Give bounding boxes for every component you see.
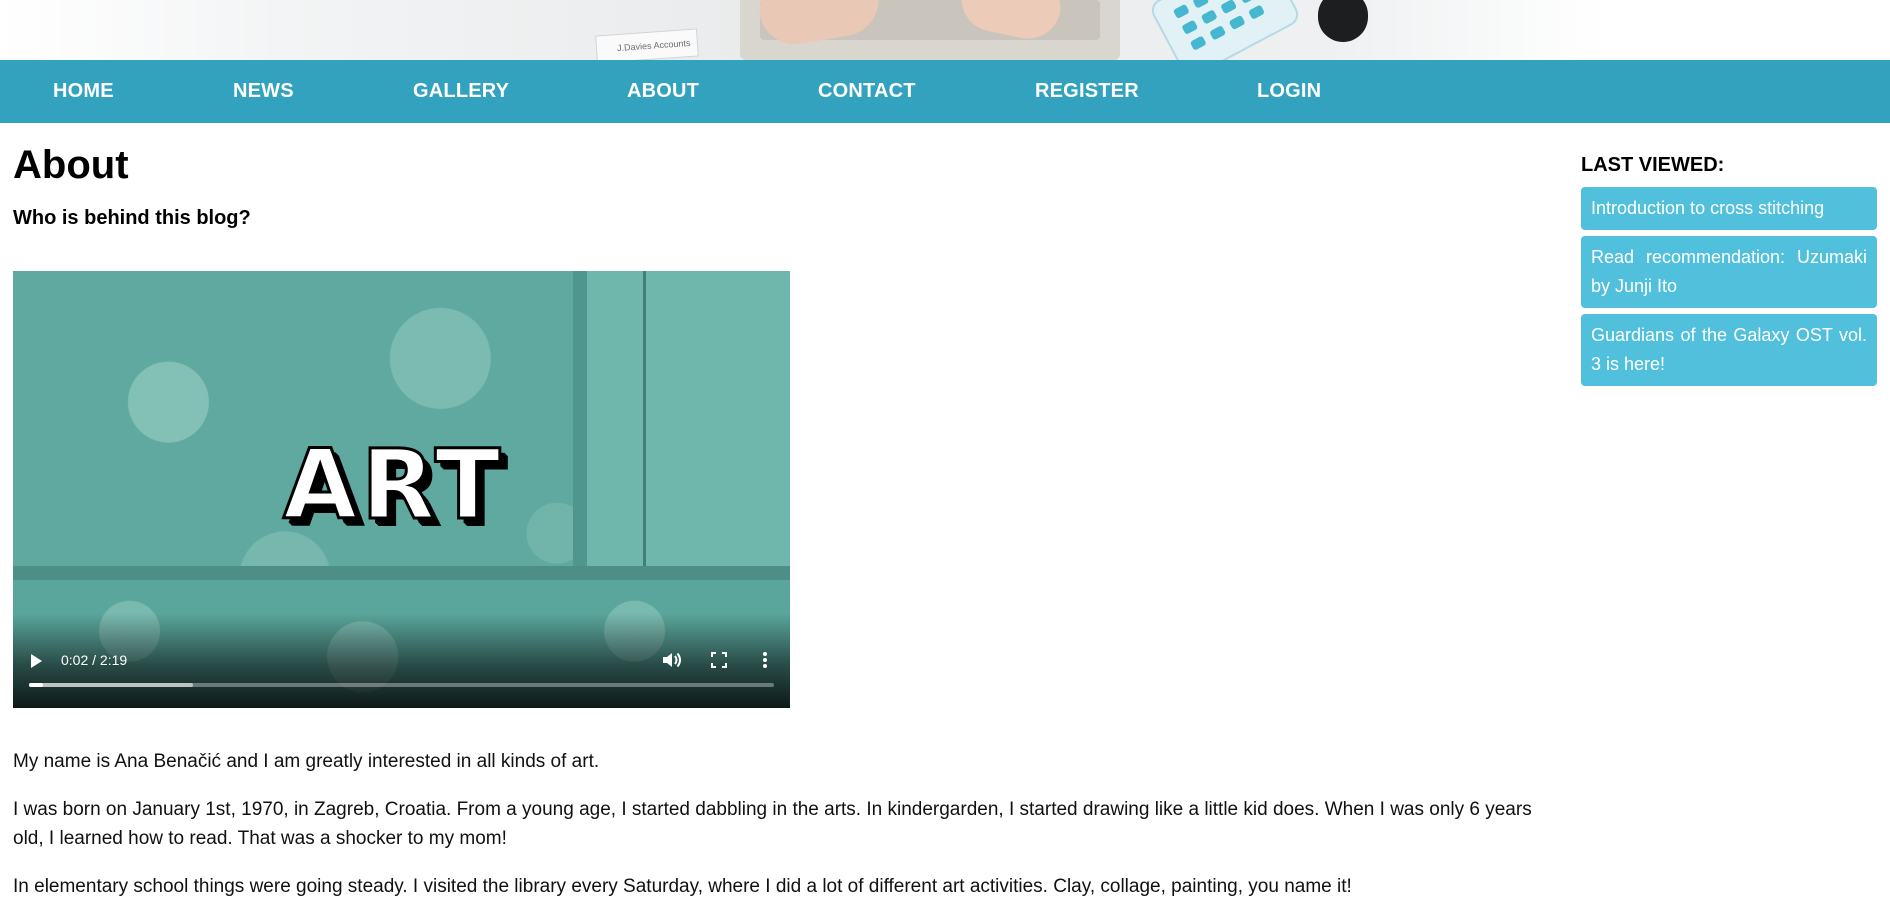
nav-contact[interactable]: CONTACT bbox=[818, 60, 916, 123]
page-title: About bbox=[13, 143, 129, 187]
nav-news[interactable]: NEWS bbox=[233, 60, 294, 123]
video-frame-title: ART bbox=[281, 429, 505, 541]
play-icon[interactable] bbox=[31, 654, 42, 668]
page-subtitle: Who is behind this blog? bbox=[13, 207, 251, 229]
nav-register[interactable]: REGISTER bbox=[1035, 60, 1139, 123]
sidebar-heading: LAST VIEWED: bbox=[1581, 154, 1725, 176]
volume-icon[interactable] bbox=[661, 650, 683, 670]
computer-mouse-shape bbox=[1318, 0, 1368, 42]
last-viewed-item[interactable]: Read recommendation: Uzumaki by Junji It… bbox=[1581, 236, 1877, 308]
about-paragraph-1: My name is Ana Benačić and I am greatly … bbox=[13, 751, 600, 772]
video-played-bar bbox=[29, 683, 43, 687]
header-banner-image: J.Davies Accounts bbox=[0, 0, 1890, 60]
nav-login[interactable]: LOGIN bbox=[1257, 60, 1321, 123]
nav-about[interactable]: ABOUT bbox=[627, 60, 699, 123]
video-progress-track[interactable] bbox=[29, 683, 774, 687]
video-time: 0:02 / 2:19 bbox=[61, 652, 128, 668]
business-card: J.Davies Accounts bbox=[595, 28, 699, 60]
fullscreen-icon[interactable] bbox=[711, 652, 727, 668]
last-viewed-item[interactable]: Introduction to cross stitching bbox=[1581, 187, 1877, 230]
nav-home[interactable]: HOME bbox=[53, 60, 114, 123]
main-navigation: HOME NEWS GALLERY ABOUT CONTACT REGISTER… bbox=[0, 60, 1890, 123]
video-player[interactable]: ART 0:02 / 2:19 bbox=[13, 271, 790, 708]
nav-gallery[interactable]: GALLERY bbox=[413, 60, 509, 123]
last-viewed-sidebar: LAST VIEWED: Introduction to cross stitc… bbox=[1581, 153, 1877, 392]
about-paragraph-2: I was born on January 1st, 1970, in Zagr… bbox=[13, 799, 1532, 849]
last-viewed-item[interactable]: Guardians of the Galaxy OST vol. 3 is he… bbox=[1581, 314, 1877, 386]
video-buffered-bar bbox=[29, 683, 193, 687]
about-paragraph-3: In elementary school things were going s… bbox=[13, 876, 1352, 897]
business-card-text: J.Davies Accounts bbox=[616, 37, 691, 54]
calculator-shape bbox=[1147, 0, 1303, 60]
more-options-icon[interactable] bbox=[762, 651, 768, 669]
